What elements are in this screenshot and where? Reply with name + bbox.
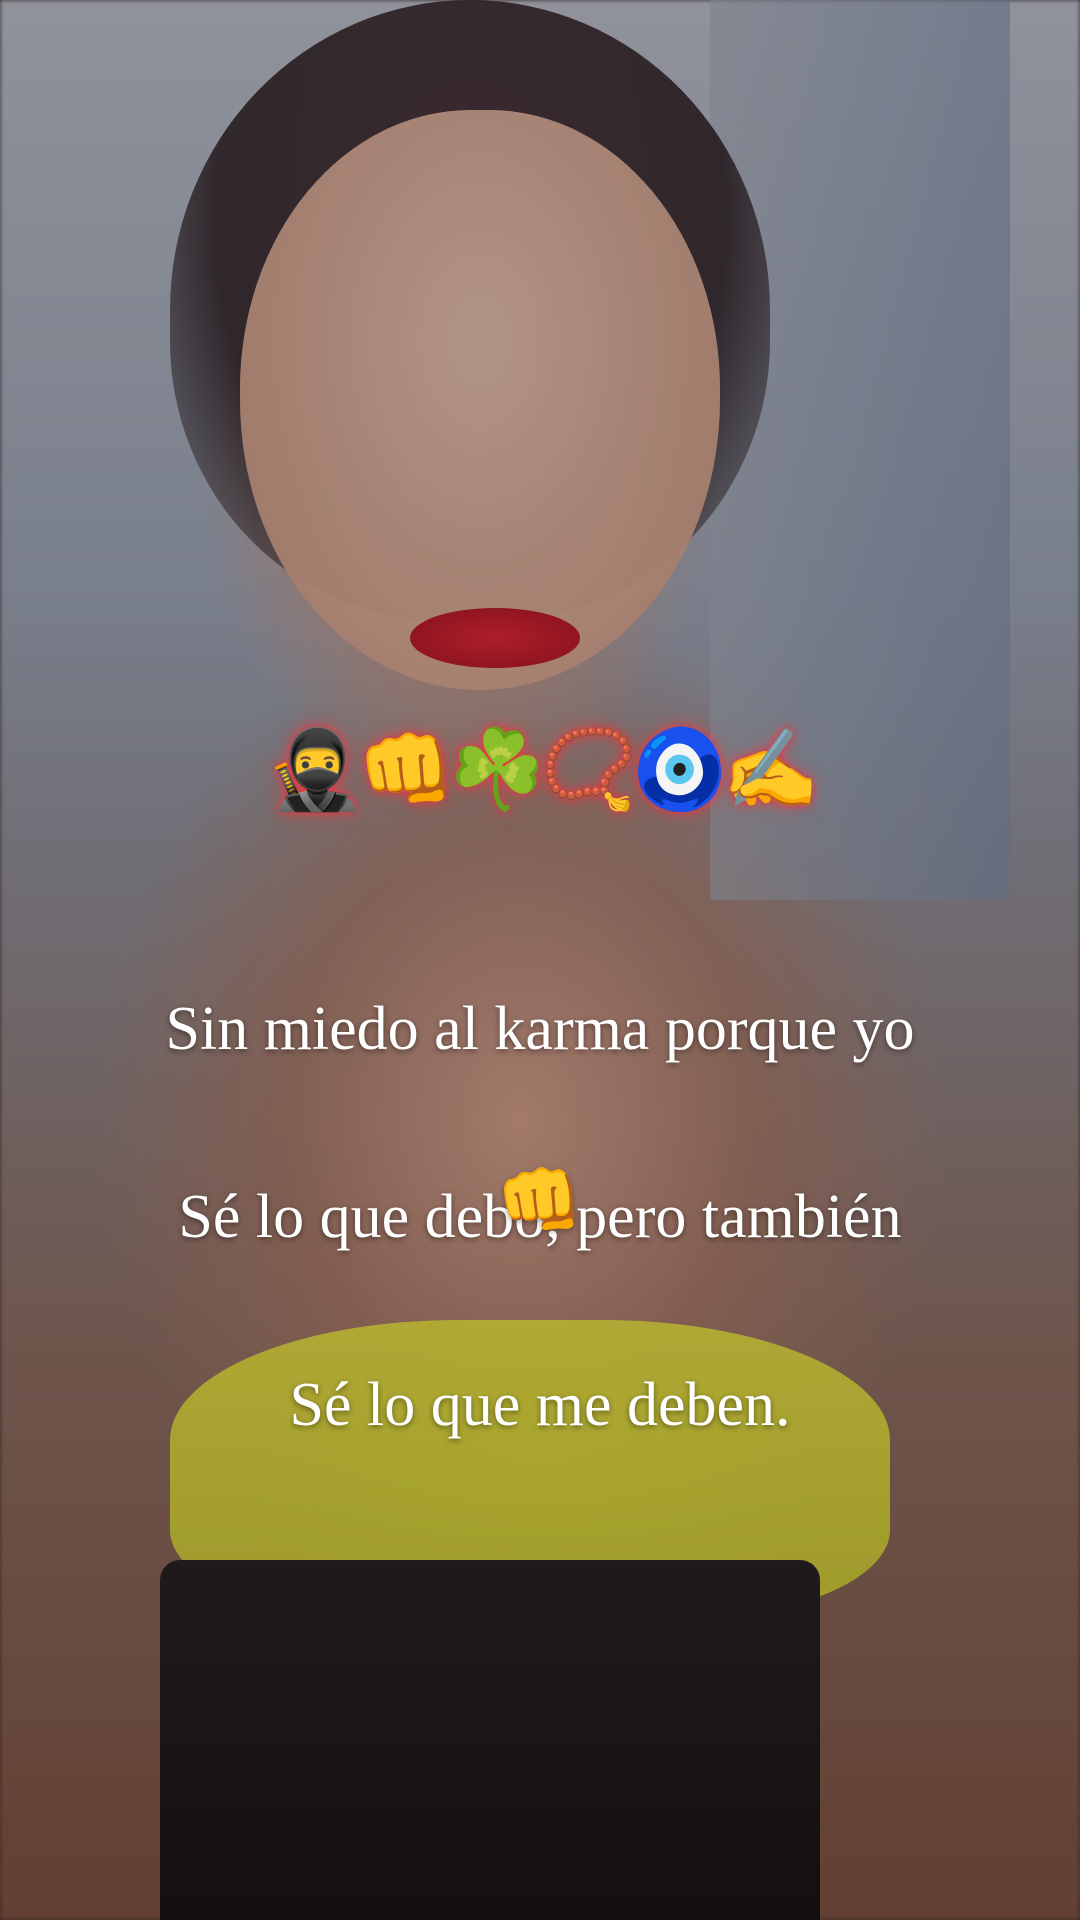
fist-bump-icon: 👊 [496, 1159, 584, 1241]
caption-line-1: Sin miedo al karma porque yo [165, 995, 915, 1063]
emoji-row-icon: 🥷👊☘️📿🧿✍️ [266, 725, 820, 815]
story-view[interactable]: 🥷👊☘️📿🧿✍️ Sin miedo al karma porque yo Sé… [0, 0, 1080, 1920]
caption-line-3: Sé lo que me deben. [289, 1371, 791, 1439]
